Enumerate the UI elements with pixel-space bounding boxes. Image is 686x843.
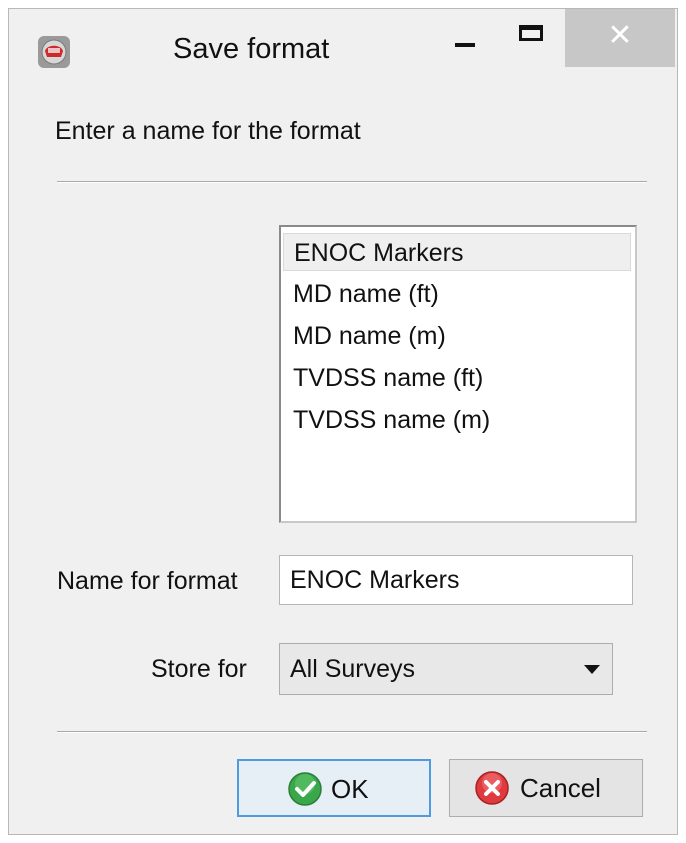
store-for-label: Store for xyxy=(151,655,247,683)
app-icon[interactable] xyxy=(37,35,71,69)
close-button[interactable]: ✕ xyxy=(565,9,675,67)
minimize-icon xyxy=(455,43,475,47)
cancel-icon xyxy=(475,771,509,805)
close-icon: ✕ xyxy=(607,19,633,52)
list-item[interactable]: TVDSS name (m) xyxy=(283,401,631,439)
list-item[interactable]: TVDSS name (ft) xyxy=(283,359,631,397)
checkmark-icon xyxy=(288,772,322,806)
bottom-separator xyxy=(57,731,647,733)
title-bar[interactable]: Save format ✕ xyxy=(9,9,677,89)
maximize-button[interactable] xyxy=(503,9,559,67)
save-format-dialog: Save format ✕ Enter a name for the forma… xyxy=(8,8,678,835)
maximize-icon xyxy=(519,25,543,41)
store-for-value: All Surveys xyxy=(290,655,416,683)
window-title: Save format xyxy=(173,33,330,65)
store-for-dropdown[interactable]: All Surveys xyxy=(279,643,613,695)
minimize-button[interactable] xyxy=(439,9,495,67)
list-item[interactable]: ENOC Markers xyxy=(283,233,631,271)
list-item[interactable]: MD name (ft) xyxy=(283,275,631,313)
ok-button[interactable]: OK xyxy=(237,759,431,817)
cancel-label: Cancel xyxy=(520,773,601,803)
ok-label: OK xyxy=(331,774,369,804)
top-separator xyxy=(57,181,647,183)
prompt-text: Enter a name for the format xyxy=(55,117,361,145)
list-item[interactable]: MD name (m) xyxy=(283,317,631,355)
name-for-format-label: Name for format xyxy=(57,567,238,595)
cancel-button[interactable]: Cancel xyxy=(449,759,643,817)
format-list[interactable]: ENOC Markers MD name (ft) MD name (m) TV… xyxy=(279,225,637,523)
chevron-down-icon[interactable] xyxy=(584,665,600,674)
format-name-input[interactable]: ENOC Markers xyxy=(279,555,633,605)
